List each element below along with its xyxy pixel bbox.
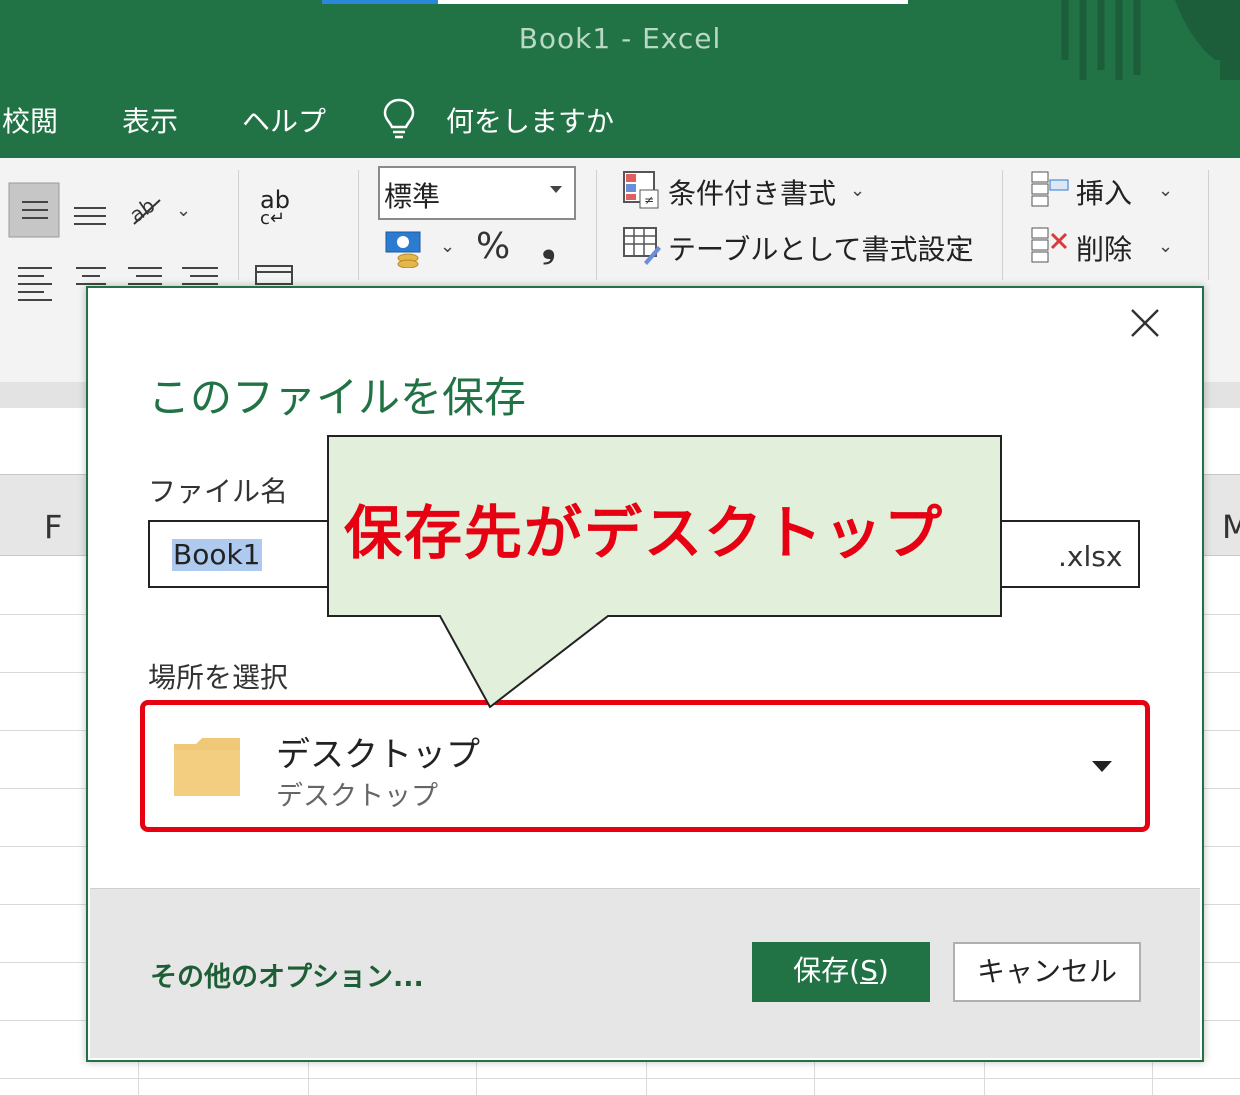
window-title: Book1 - Excel: [518, 22, 722, 55]
menu-view[interactable]: 表示: [122, 100, 178, 140]
filename-label: ファイル名: [148, 475, 289, 508]
column-header-m[interactable]: M: [1222, 508, 1240, 546]
delete-cells-icon[interactable]: [1030, 226, 1070, 266]
ribbon-separator: [1002, 170, 1003, 280]
insert-cells-button[interactable]: 挿入: [1076, 172, 1132, 212]
format-as-table-button[interactable]: テーブルとして書式設定: [668, 228, 973, 268]
align-top-icon[interactable]: [8, 182, 60, 238]
ribbon-separator: [238, 170, 239, 280]
menu-bar: [0, 80, 1240, 158]
orientation-chevron-icon[interactable]: ⌄: [176, 200, 191, 221]
number-format-value: 標準: [384, 180, 441, 213]
conditional-format-chevron-icon[interactable]: ⌄: [850, 180, 865, 201]
wrap-text-icon-sub: c↵: [260, 208, 285, 229]
cancel-button[interactable]: キャンセル: [953, 942, 1141, 1002]
ribbon-separator: [596, 170, 597, 280]
insert-chevron-icon[interactable]: ⌄: [1158, 180, 1173, 201]
menu-review[interactable]: 校閲: [2, 100, 58, 140]
svg-text:≠: ≠: [644, 193, 654, 207]
percent-style-button[interactable]: %: [476, 226, 510, 267]
ribbon-separator: [1208, 170, 1209, 280]
dialog-title: このファイルを保存: [148, 373, 527, 422]
format-as-table-chevron-icon[interactable]: ⌄: [952, 236, 967, 257]
location-label: 場所を選択: [148, 661, 289, 694]
svg-text:ab: ab: [126, 193, 159, 227]
save-button-label-end: ): [877, 954, 889, 987]
lightbulb-icon[interactable]: [382, 97, 416, 141]
number-format-caret-icon[interactable]: [550, 186, 562, 193]
title-progress-left: [322, 0, 438, 4]
align-middle-icon[interactable]: [70, 190, 110, 230]
conditional-format-icon[interactable]: ≠: [622, 170, 662, 210]
delete-chevron-icon[interactable]: ⌄: [1158, 236, 1173, 257]
ribbon-separator: [358, 170, 359, 280]
conditional-format-button[interactable]: 条件付き書式: [668, 172, 836, 212]
merge-center-icon[interactable]: [254, 262, 294, 286]
align-center-right-icons[interactable]: [72, 262, 222, 286]
callout-text: 保存先がデスクトップ: [344, 499, 945, 567]
format-as-table-icon[interactable]: [622, 226, 662, 266]
filename-selected-text[interactable]: Book1: [172, 539, 262, 571]
more-options-link[interactable]: その他のオプション...: [150, 955, 424, 994]
column-header-f[interactable]: F: [44, 508, 62, 546]
insert-cells-icon[interactable]: [1030, 170, 1070, 210]
align-left-icon[interactable]: [14, 262, 56, 302]
grid-line: [0, 1078, 1240, 1079]
close-icon[interactable]: [1126, 304, 1164, 342]
save-button-accesskey: S: [860, 954, 878, 987]
save-button-label: 保存(: [793, 954, 861, 987]
file-extension: .xlsx: [1058, 540, 1123, 573]
title-progress-right: [438, 0, 908, 4]
comma-style-button[interactable]: ❟: [542, 226, 555, 266]
currency-icon[interactable]: [384, 228, 426, 268]
menu-help[interactable]: ヘルプ: [242, 100, 326, 140]
location-highlight-box: [140, 700, 1150, 832]
save-button[interactable]: 保存(S): [752, 942, 930, 1002]
currency-chevron-icon[interactable]: ⌄: [440, 236, 455, 257]
tell-me-search[interactable]: 何をしますか: [446, 100, 614, 140]
delete-cells-button[interactable]: 削除: [1076, 228, 1132, 268]
orientation-icon[interactable]: ab: [126, 190, 170, 230]
